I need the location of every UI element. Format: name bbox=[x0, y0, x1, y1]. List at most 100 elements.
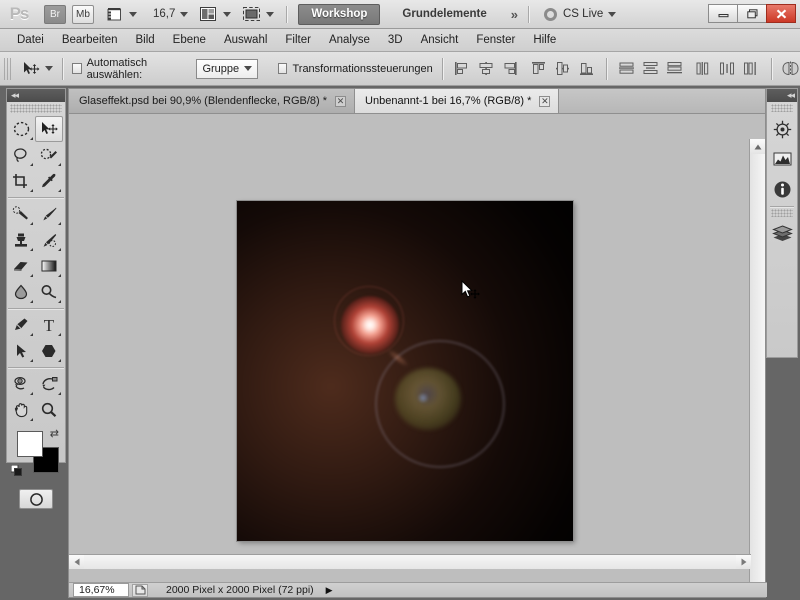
tool-type[interactable]: T bbox=[35, 312, 63, 338]
auto-align-layers-icon[interactable] bbox=[781, 58, 800, 79]
scroll-left-button[interactable] bbox=[69, 555, 84, 569]
view-extras-chevron-down-icon[interactable] bbox=[129, 12, 137, 17]
options-bar-grip[interactable] bbox=[4, 58, 12, 80]
tool-elliptical-marquee[interactable] bbox=[7, 116, 35, 142]
tool-rotate-3d[interactable] bbox=[7, 371, 35, 397]
screen-mode-icon[interactable] bbox=[241, 5, 261, 24]
auto-select-chevron-down-icon[interactable] bbox=[244, 66, 252, 71]
menu-item-ansicht[interactable]: Ansicht bbox=[412, 32, 468, 48]
tools-panel-header[interactable]: ◂◂ bbox=[7, 89, 65, 102]
tool-move[interactable] bbox=[35, 116, 63, 142]
vertical-scrollbar[interactable] bbox=[749, 139, 765, 584]
transform-controls-checkbox[interactable] bbox=[278, 63, 288, 74]
tool-flyout-triangle-icon bbox=[58, 186, 61, 192]
horizontal-scrollbar[interactable] bbox=[69, 554, 751, 569]
distribute-left-edges-icon[interactable] bbox=[693, 58, 714, 79]
tool-crop[interactable] bbox=[7, 168, 35, 194]
document-preview-icon[interactable] bbox=[132, 584, 148, 597]
align-top-edges-icon[interactable] bbox=[528, 58, 549, 79]
tool-orbit-3d-camera[interactable] bbox=[35, 371, 63, 397]
quick-mask-button[interactable] bbox=[19, 489, 53, 509]
panel-dock-grip[interactable] bbox=[771, 104, 793, 112]
align-vertical-centers-icon[interactable] bbox=[552, 58, 573, 79]
align-right-edges-icon[interactable] bbox=[500, 58, 521, 79]
image-canvas[interactable] bbox=[237, 201, 573, 541]
menu-item-bearbeiten[interactable]: Bearbeiten bbox=[53, 32, 127, 48]
canvas-viewport[interactable] bbox=[69, 114, 765, 584]
tool-gradient[interactable] bbox=[35, 253, 63, 279]
tool-preset-picker[interactable] bbox=[22, 61, 53, 77]
histogram-panel-icon[interactable] bbox=[767, 144, 797, 174]
tool-path-selection[interactable] bbox=[7, 338, 35, 364]
tool-clone-stamp[interactable] bbox=[7, 227, 35, 253]
document-tab-close-icon[interactable]: ✕ bbox=[539, 96, 550, 107]
document-tab-unbenannt-1[interactable]: Unbenannt-1 bei 16,7% (RGB/8) * ✕ bbox=[355, 89, 559, 113]
distribute-vertical-centers-icon[interactable] bbox=[640, 58, 661, 79]
default-colors-icon[interactable] bbox=[11, 465, 22, 476]
tool-preset-chevron-down-icon[interactable] bbox=[45, 66, 53, 71]
document-tab-glaseffekt[interactable]: Glaseffekt.psd bei 90,9% (Blendenflecke,… bbox=[69, 89, 355, 113]
zoom-level-chevron-down-icon[interactable] bbox=[180, 12, 188, 17]
menu-item-hilfe[interactable]: Hilfe bbox=[524, 32, 565, 48]
menu-item-auswahl[interactable]: Auswahl bbox=[215, 32, 276, 48]
restore-button[interactable] bbox=[737, 4, 767, 23]
tool-zoom[interactable] bbox=[35, 397, 63, 423]
distribute-top-edges-icon[interactable] bbox=[616, 58, 637, 79]
distribute-bottom-edges-icon[interactable] bbox=[664, 58, 685, 79]
tools-collapse-icon[interactable]: ◂◂ bbox=[11, 90, 18, 101]
tools-panel-grip[interactable] bbox=[10, 104, 62, 113]
swap-colors-icon[interactable]: ⇄ bbox=[50, 427, 59, 440]
scroll-right-button[interactable] bbox=[736, 555, 751, 569]
tool-history-brush[interactable] bbox=[35, 227, 63, 253]
tool-pen[interactable] bbox=[7, 312, 35, 338]
menu-item-datei[interactable]: Datei bbox=[8, 32, 53, 48]
workspace-more-chevron-icon[interactable]: » bbox=[511, 7, 516, 22]
distribute-right-edges-icon[interactable] bbox=[741, 58, 762, 79]
panel-dock-header[interactable]: ◂◂ bbox=[767, 89, 797, 102]
dock-collapse-icon[interactable]: ◂◂ bbox=[787, 90, 794, 101]
info-panel-icon[interactable] bbox=[767, 174, 797, 204]
menu-item-bild[interactable]: Bild bbox=[126, 32, 163, 48]
tool-lasso[interactable] bbox=[7, 142, 35, 168]
distribute-horizontal-centers-icon[interactable] bbox=[717, 58, 738, 79]
tool-hand[interactable] bbox=[7, 397, 35, 423]
tool-quick-selection[interactable] bbox=[35, 142, 63, 168]
view-extras-icon[interactable] bbox=[104, 5, 124, 24]
close-button[interactable] bbox=[766, 4, 796, 23]
screen-mode-chevron-down-icon[interactable] bbox=[266, 12, 274, 17]
document-tab-close-icon[interactable]: ✕ bbox=[335, 96, 346, 107]
navigator-panel-icon[interactable] bbox=[767, 114, 797, 144]
layers-panel-icon[interactable] bbox=[767, 219, 797, 249]
menu-item-analyse[interactable]: Analyse bbox=[320, 32, 379, 48]
arrange-documents-icon[interactable] bbox=[198, 5, 218, 24]
status-expand-icon[interactable]: ▶ bbox=[326, 585, 333, 596]
tool-shape[interactable] bbox=[35, 338, 63, 364]
scroll-up-button[interactable] bbox=[750, 139, 765, 154]
auto-select-dropdown[interactable]: Gruppe bbox=[196, 59, 258, 79]
menu-item-fenster[interactable]: Fenster bbox=[467, 32, 524, 48]
cs-live-button[interactable]: CS Live bbox=[544, 8, 616, 21]
minimize-button[interactable] bbox=[708, 4, 738, 23]
arrange-documents-chevron-down-icon[interactable] bbox=[223, 12, 231, 17]
align-horizontal-centers-icon[interactable] bbox=[476, 58, 497, 79]
cs-live-chevron-down-icon[interactable] bbox=[608, 12, 616, 17]
menu-item-filter[interactable]: Filter bbox=[276, 32, 320, 48]
align-bottom-edges-icon[interactable] bbox=[576, 58, 597, 79]
align-left-edges-icon[interactable] bbox=[452, 58, 473, 79]
tool-brush[interactable] bbox=[35, 201, 63, 227]
workspace-grundelemente-button[interactable]: Grundelemente bbox=[390, 4, 498, 25]
workspace-workshop-button[interactable]: Workshop bbox=[298, 4, 380, 25]
menu-item-3d[interactable]: 3D bbox=[379, 32, 412, 48]
launch-bridge-button[interactable]: Br bbox=[44, 5, 66, 24]
tool-eraser[interactable] bbox=[7, 253, 35, 279]
panel-dock-grip-2[interactable] bbox=[771, 209, 793, 217]
launch-mini-bridge-button[interactable]: Mb bbox=[72, 5, 94, 24]
tool-dodge[interactable] bbox=[35, 279, 63, 305]
tool-eyedropper[interactable] bbox=[35, 168, 63, 194]
zoom-percentage-input[interactable]: 16,67% bbox=[73, 583, 129, 597]
menu-item-ebene[interactable]: Ebene bbox=[164, 32, 215, 48]
tool-blur[interactable] bbox=[7, 279, 35, 305]
auto-select-checkbox[interactable] bbox=[72, 63, 82, 74]
tool-spot-healing-brush[interactable] bbox=[7, 201, 35, 227]
foreground-color-swatch[interactable] bbox=[17, 431, 43, 457]
